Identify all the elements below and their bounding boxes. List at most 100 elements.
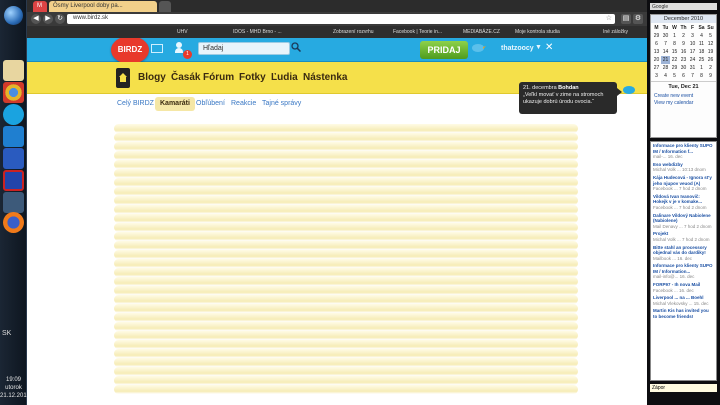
taskbar-app-skype-icon[interactable] <box>3 104 24 125</box>
calendar-day[interactable]: 24 <box>688 56 697 64</box>
start-button[interactable] <box>4 6 23 25</box>
add-post-button[interactable]: PRIDAJ <box>420 41 468 59</box>
mail-icon[interactable] <box>151 44 163 53</box>
calendar-day[interactable]: 21 <box>661 56 670 64</box>
calendar-day[interactable]: 1 <box>670 32 679 40</box>
calendar-day[interactable]: 20 <box>652 56 661 64</box>
calendar-day[interactable]: 28 <box>661 64 670 72</box>
search-icon[interactable] <box>291 42 301 52</box>
feed-item[interactable]: Martin Kis has invited you to become fri… <box>653 308 714 319</box>
feed-item[interactable]: Liverpool ... na ... Boehl Michal Vlekovs… <box>653 295 714 306</box>
bookmark-kontrola[interactable]: Moje kontrola studia <box>515 29 560 35</box>
taskbar-app-word-icon[interactable] <box>3 148 24 169</box>
calendar-day[interactable]: 15 <box>670 48 679 56</box>
tab-gmail[interactable]: M <box>33 1 47 12</box>
wrench-menu-icon[interactable]: ⚙ <box>633 14 643 24</box>
calendar-day[interactable]: 1 <box>697 64 706 72</box>
calendar-day[interactable]: 9 <box>706 72 715 80</box>
subnav-cely-birdz[interactable]: Celý BIRDZ <box>117 100 154 107</box>
system-clock[interactable]: 19:09 utorok 21.12.2010 <box>0 376 30 400</box>
calendar-day[interactable]: 31 <box>688 64 697 72</box>
calendar-day[interactable]: 30 <box>661 32 670 40</box>
menu-item-ludia[interactable]: Ľudia <box>271 72 298 83</box>
feed-item[interactable]: Kája Hudecová - Ignora st'y jeho njupov … <box>653 175 714 192</box>
taskbar-app-firefox-icon[interactable] <box>3 212 24 233</box>
language-indicator[interactable]: SK <box>2 330 11 337</box>
menu-item-forum[interactable]: Fórum <box>203 72 234 83</box>
calendar-day[interactable]: 16 <box>679 48 688 56</box>
calendar-day[interactable]: 5 <box>706 32 715 40</box>
feed-item[interactable]: Bitte stahl an processory objednal vás d… <box>653 245 714 262</box>
calendar-day[interactable]: 8 <box>697 72 706 80</box>
close-icon[interactable]: ✕ <box>545 42 553 53</box>
calendar-day[interactable]: 4 <box>661 72 670 80</box>
subnav-kamarati[interactable]: Kamaráti <box>155 97 195 111</box>
calendar-day[interactable]: 14 <box>661 48 670 56</box>
google-search-gadget[interactable]: Google <box>650 3 717 10</box>
calendar-day[interactable]: 18 <box>697 48 706 56</box>
bookmark-other[interactable]: Iné záložky <box>603 29 628 35</box>
calendar-day[interactable]: 5 <box>670 72 679 80</box>
calendar-day[interactable]: 13 <box>652 48 661 56</box>
calendar-day[interactable]: 23 <box>679 56 688 64</box>
calendar-day[interactable]: 26 <box>706 56 715 64</box>
notes-gadget[interactable]: Zápor <box>650 384 717 392</box>
feed-item[interactable]: Informace pro klienty SUPO IM / Informat… <box>653 143 714 160</box>
calendar-day[interactable]: 2 <box>706 64 715 72</box>
reload-button[interactable]: ↻ <box>55 14 65 24</box>
feed-item[interactable]: Projekt Michal Volk ... 7 hod 2 dnom <box>653 231 714 242</box>
back-button[interactable]: ◀ <box>31 14 41 24</box>
feed-item[interactable]: Informace pro klienty SUPO IM / Informat… <box>653 263 714 280</box>
bookmark-facebook[interactable]: Facebook | Teorie in... <box>393 29 442 35</box>
menu-item-blogy[interactable]: Blogy <box>138 72 166 83</box>
calendar-month[interactable]: December 2010 <box>651 15 716 23</box>
address-bar[interactable]: www.birdz.sk ☆ <box>67 14 615 24</box>
feed-item[interactable]: Dalinare Vildový Nabiolene (Nabiolene) Ma… <box>653 213 714 230</box>
search-input[interactable]: Hľadaj <box>198 42 290 55</box>
bookmark-idos[interactable]: IDOS - MHD Brno - ... <box>233 29 282 35</box>
calendar-day[interactable]: 2 <box>679 32 688 40</box>
calendar-day[interactable]: 6 <box>652 40 661 48</box>
calendar-day[interactable]: 3 <box>688 32 697 40</box>
taskbar-app-media-icon[interactable] <box>3 170 24 191</box>
calendar-day[interactable]: 29 <box>670 64 679 72</box>
calendar-day[interactable]: 4 <box>697 32 706 40</box>
calendar-day[interactable]: 11 <box>697 40 706 48</box>
taskbar-app-skype-alt-icon[interactable] <box>3 126 24 147</box>
menu-item-casak[interactable]: Časák <box>171 72 200 83</box>
calendar-day[interactable]: 27 <box>652 64 661 72</box>
chevron-down-icon[interactable]: ▼ <box>535 44 542 51</box>
home-icon[interactable] <box>116 68 130 88</box>
page-menu-icon[interactable]: ▤ <box>621 14 631 24</box>
calendar-day[interactable]: 30 <box>679 64 688 72</box>
calendar-day[interactable]: 10 <box>688 40 697 48</box>
tab-active-page[interactable]: Ôsmy Liverpool doby pa... <box>49 1 157 12</box>
menu-item-nastenka[interactable]: Nástenka <box>303 72 347 83</box>
feed-item[interactable]: FORP97 - Ih nova Mail Facebook ... 16. de… <box>653 282 714 293</box>
taskbar-app-folder-icon[interactable] <box>3 60 24 81</box>
bookmark-star-icon[interactable]: ☆ <box>606 14 612 22</box>
bookmark-rozvrh[interactable]: Zobrazení rozvrhu <box>333 29 374 35</box>
subnav-reakcie[interactable]: Reakcie <box>231 100 256 107</box>
site-logo[interactable]: BIRDZ <box>111 38 149 64</box>
menu-item-fotky[interactable]: Fotky <box>239 72 266 83</box>
taskbar-app-chrome-icon[interactable] <box>3 82 24 103</box>
calendar-day[interactable]: 9 <box>679 40 688 48</box>
create-event-link[interactable]: Create new event <box>654 93 713 100</box>
calendar-day[interactable]: 19 <box>706 48 715 56</box>
feed-item[interactable]: Vildová Ivan Ivanovič: Hokejk v je v kom… <box>653 194 714 211</box>
calendar-day[interactable]: 3 <box>652 72 661 80</box>
subnav-oblubeni[interactable]: Obľúbení <box>196 100 225 107</box>
notification-badge[interactable]: 1 <box>183 50 192 59</box>
taskbar-app-program-icon[interactable] <box>3 192 24 213</box>
calendar-day[interactable]: 6 <box>679 72 688 80</box>
calendar-day[interactable]: 29 <box>652 32 661 40</box>
calendar-day[interactable]: 7 <box>688 72 697 80</box>
calendar-day[interactable]: 22 <box>670 56 679 64</box>
calendar-day[interactable]: 7 <box>661 40 670 48</box>
calendar-day[interactable]: 17 <box>688 48 697 56</box>
feed-item[interactable]: Eso webdizby Michal Volk ... 10:13 dnom <box>653 162 714 173</box>
calendar-day[interactable]: 12 <box>706 40 715 48</box>
calendar-day[interactable]: 25 <box>697 56 706 64</box>
forward-button[interactable]: ▶ <box>43 14 53 24</box>
